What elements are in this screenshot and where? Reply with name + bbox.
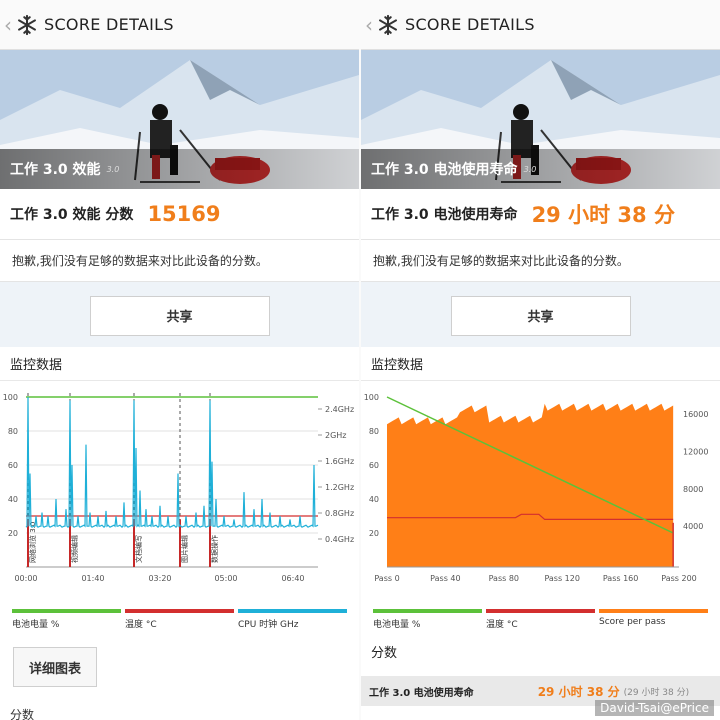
y-right-tick-label: 16000 <box>683 410 708 419</box>
y-tick-label: 100 <box>364 393 379 402</box>
score-value: 29 小时 38 分 <box>531 203 675 227</box>
legend-item: Score per pass <box>599 609 708 630</box>
segment-label: 视频编辑 <box>70 535 79 563</box>
share-button[interactable]: 共享 <box>89 295 270 336</box>
x-tick-label: Pass 40 <box>430 574 460 583</box>
monitor-title: 监控数据 <box>0 347 359 381</box>
score-section-label: 分数 <box>371 646 398 661</box>
compare-note: 抱歉,我们没有足够的数据来对比此设备的分数。 <box>0 240 359 282</box>
score-bar: 工作 3.0 电池使用寿命 29 小时 38 分 <box>361 189 720 240</box>
x-tick-label: 03:20 <box>148 574 171 583</box>
share-button[interactable]: 共享 <box>450 295 631 336</box>
x-tick-label: 05:00 <box>214 574 237 583</box>
y-tick-label: 60 <box>8 461 18 470</box>
chart-legend: 电池电量 % 温度 °C Score per pass <box>373 609 708 630</box>
hero-image: 工作 3.0 效能 3.0 <box>0 50 359 189</box>
page-title: SCORE DETAILS <box>44 15 174 34</box>
snowflake-icon <box>18 14 36 35</box>
detail-chart-button[interactable]: 详细图表 <box>13 647 97 687</box>
y-right-tick-label: 1.6GHz <box>325 457 354 466</box>
y-tick-label: 40 <box>369 495 379 504</box>
top-bar: ‹ SCORE DETAILS <box>0 0 359 50</box>
legend-item: 温度 °C <box>486 609 595 630</box>
score-row-value: 29 小时 38 分 <box>537 684 620 699</box>
score-bar: 工作 3.0 效能 分数 15169 <box>0 189 359 240</box>
x-tick-label: 01:40 <box>81 574 104 583</box>
y-right-tick-label: 4000 <box>683 522 703 531</box>
y-tick-label: 80 <box>8 427 18 436</box>
monitor-chart[interactable]: 100 80 60 40 20 16000 12000 8000 4000 Pass 0 Pass … <box>361 383 720 603</box>
benchmark-version: 3.0 <box>106 164 120 174</box>
legend-item: 温度 °C <box>125 609 234 630</box>
snowflake-icon <box>379 14 397 35</box>
y-tick-label: 80 <box>369 427 379 436</box>
segment-label: 文档编写 <box>134 535 143 563</box>
benchmark-name: 工作 3.0 电池使用寿命 <box>371 162 518 178</box>
top-bar: ‹ SCORE DETAILS <box>361 0 720 50</box>
score-label: 工作 3.0 电池使用寿命 <box>371 207 518 223</box>
hero-title-bar: 工作 3.0 效能 3.0 <box>0 149 359 189</box>
right-panel: ‹ SCORE DETAILS 工作 3.0 电池使用寿命 3.0 工作 3.0… <box>361 0 720 720</box>
monitor-section: 监控数据 100 80 60 40 20 16000 12000 8000 4000 Pass 0… <box>361 347 720 720</box>
y-right-tick-label: 2.4GHz <box>325 405 354 414</box>
x-tick-label: 00:00 <box>14 574 37 583</box>
y-right-tick-label: 8000 <box>683 485 703 494</box>
hero-title-bar: 工作 3.0 电池使用寿命 3.0 <box>361 149 720 189</box>
segment-label: 图片编辑 <box>180 535 189 563</box>
segment-label: 数据操作 <box>210 535 219 563</box>
y-right-tick-label: 0.4GHz <box>325 535 354 544</box>
x-tick-label: Pass 0 <box>374 574 399 583</box>
y-right-tick-label: 1.2GHz <box>325 483 354 492</box>
watermark: David-Tsai@ePrice <box>595 700 714 716</box>
page-title: SCORE DETAILS <box>405 15 535 34</box>
y-tick-label: 100 <box>3 393 18 402</box>
x-tick-label: Pass 200 <box>661 574 697 583</box>
y-right-tick-label: 2GHz <box>325 431 347 440</box>
score-row-label: 工作 3.0 电池使用寿命 <box>369 687 474 699</box>
y-tick-label: 60 <box>369 461 379 470</box>
legend-item: CPU 时钟 GHz <box>238 609 347 630</box>
segment-label: 网络浏览 3.0 <box>28 522 37 563</box>
share-area: 共享 <box>361 282 720 349</box>
x-tick-label: Pass 80 <box>489 574 519 583</box>
share-area: 共享 <box>0 282 359 349</box>
legend-item: 电池电量 % <box>373 609 482 630</box>
left-panel: ‹ SCORE DETAILS 工作 3.0 效能 3.0 工作 3.0 效能 … <box>0 0 359 720</box>
back-chevron-icon[interactable]: ‹ <box>4 15 16 35</box>
y-tick-label: 20 <box>8 529 18 538</box>
monitor-section: 监控数据 100 80 60 40 20 2.4GHz 2GHz 1.6GHz 1.2GHz 0.… <box>0 347 359 720</box>
chart-legend: 电池电量 % 温度 °C CPU 时钟 GHz <box>12 609 347 630</box>
score-row-paren: (29 小时 38 分) <box>623 687 690 698</box>
score-value: 15169 <box>147 202 221 226</box>
score-per-pass-area <box>387 403 674 567</box>
benchmark-name: 工作 3.0 效能 <box>10 162 101 178</box>
y-tick-label: 40 <box>8 495 18 504</box>
monitor-title: 监控数据 <box>361 347 720 381</box>
y-tick-label: 20 <box>369 529 379 538</box>
score-section-label: 分数 <box>10 708 35 720</box>
monitor-chart[interactable]: 100 80 60 40 20 2.4GHz 2GHz 1.6GHz 1.2GHz 0.8GHz 0… <box>0 383 359 603</box>
score-label: 工作 3.0 效能 分数 <box>10 207 134 223</box>
y-right-tick-label: 12000 <box>683 447 708 456</box>
legend-item: 电池电量 % <box>12 609 121 630</box>
benchmark-version: 3.0 <box>523 164 537 174</box>
x-tick-label: Pass 120 <box>544 574 580 583</box>
compare-note: 抱歉,我们没有足够的数据来对比此设备的分数。 <box>361 240 720 282</box>
x-tick-label: Pass 160 <box>603 574 639 583</box>
x-tick-label: 06:40 <box>281 574 304 583</box>
hero-image: 工作 3.0 电池使用寿命 3.0 <box>361 50 720 189</box>
back-chevron-icon[interactable]: ‹ <box>365 15 377 35</box>
y-right-tick-label: 0.8GHz <box>325 509 354 518</box>
